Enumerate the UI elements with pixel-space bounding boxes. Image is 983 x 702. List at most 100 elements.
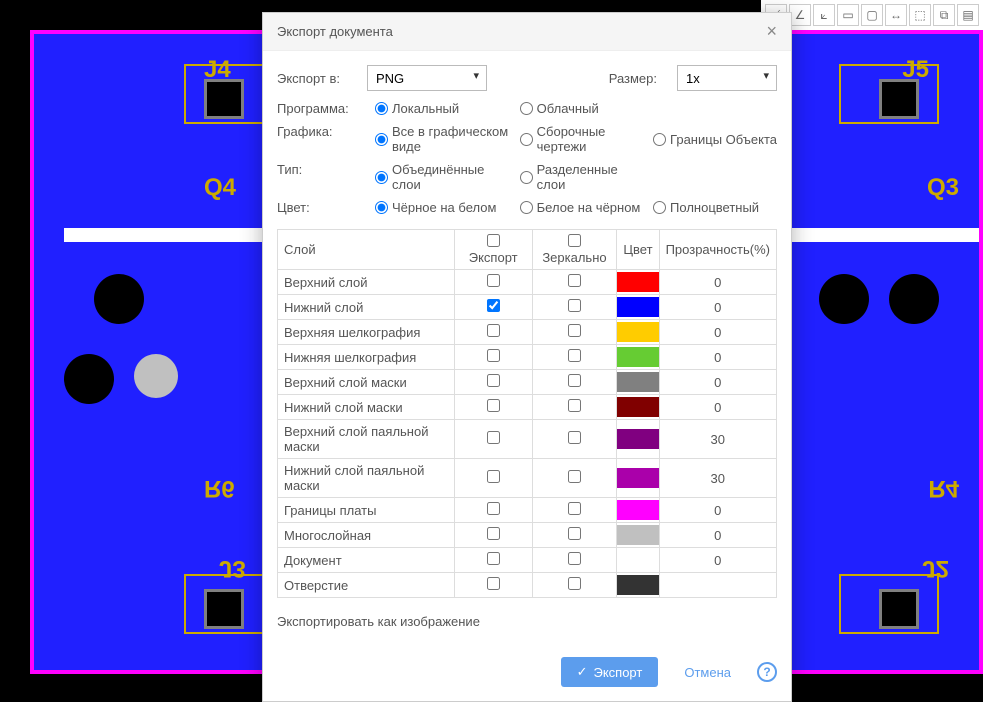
- mirror-checkbox[interactable]: [568, 431, 581, 444]
- export-checkbox[interactable]: [487, 299, 500, 312]
- color-cell[interactable]: [617, 420, 659, 459]
- color-cell[interactable]: [617, 459, 659, 498]
- export-all-checkbox[interactable]: [487, 234, 500, 247]
- color-cell[interactable]: [617, 548, 659, 573]
- layer-name-cell: Нижний слой паяльной маски: [278, 459, 455, 498]
- type-split-option[interactable]: Разделенные слои: [520, 162, 645, 192]
- help-icon[interactable]: ?: [757, 662, 777, 682]
- export-format-select[interactable]: PNG: [367, 65, 487, 91]
- tool-angle-icon[interactable]: ∠: [789, 4, 811, 26]
- export-checkbox[interactable]: [487, 470, 500, 483]
- graphics-assembly-option[interactable]: Сборочные чертежи: [520, 124, 645, 154]
- color-cell[interactable]: [617, 523, 659, 548]
- mirror-checkbox[interactable]: [568, 577, 581, 590]
- cancel-button[interactable]: Отмена: [668, 657, 747, 687]
- pcb-refdes: J4: [204, 56, 231, 84]
- mirror-all-checkbox[interactable]: [568, 234, 581, 247]
- size-select[interactable]: 1x: [677, 65, 777, 91]
- mirror-checkbox[interactable]: [568, 527, 581, 540]
- radio-input[interactable]: [375, 171, 388, 184]
- transparency-cell[interactable]: 30: [659, 459, 776, 498]
- pcb-pad: [204, 79, 244, 119]
- tool-select-icon[interactable]: ⬚: [909, 4, 931, 26]
- export-checkbox[interactable]: [487, 399, 500, 412]
- radio-input[interactable]: [375, 201, 388, 214]
- radio-input[interactable]: [520, 133, 533, 146]
- option-text: Сборочные чертежи: [537, 124, 645, 154]
- export-checkbox[interactable]: [487, 374, 500, 387]
- mirror-checkbox[interactable]: [568, 502, 581, 515]
- col-header-mirror[interactable]: Зеркально: [532, 230, 617, 270]
- transparency-cell[interactable]: 0: [659, 345, 776, 370]
- mirror-checkbox[interactable]: [568, 399, 581, 412]
- layer-name-cell: Документ: [278, 548, 455, 573]
- col-header-export[interactable]: Экспорт: [454, 230, 532, 270]
- export-checkbox[interactable]: [487, 274, 500, 287]
- export-cell: [454, 295, 532, 320]
- radio-input[interactable]: [520, 201, 533, 214]
- radio-input[interactable]: [520, 102, 533, 115]
- color-full-option[interactable]: Полноцветный: [653, 200, 777, 215]
- mirror-checkbox[interactable]: [568, 299, 581, 312]
- export-checkbox[interactable]: [487, 324, 500, 337]
- color-swatch: [617, 429, 658, 449]
- color-cell[interactable]: [617, 498, 659, 523]
- transparency-cell[interactable]: 0: [659, 523, 776, 548]
- graphics-all-option[interactable]: Все в графическом виде: [375, 124, 512, 154]
- color-cell[interactable]: [617, 345, 659, 370]
- tool-rect-dashed-icon[interactable]: ▭: [837, 4, 859, 26]
- type-merged-option[interactable]: Объединённые слои: [375, 162, 512, 192]
- tool-resize-icon[interactable]: ↔: [885, 4, 907, 26]
- tool-layers-icon[interactable]: ▤: [957, 4, 979, 26]
- program-cloud-option[interactable]: Облачный: [520, 101, 645, 116]
- export-checkbox[interactable]: [487, 502, 500, 515]
- mirror-cell: [532, 295, 617, 320]
- transparency-cell[interactable]: 0: [659, 320, 776, 345]
- color-cell[interactable]: [617, 320, 659, 345]
- color-bw-option[interactable]: Чёрное на белом: [375, 200, 512, 215]
- export-button[interactable]: ✓Экспорт: [561, 657, 659, 687]
- color-cell[interactable]: [617, 395, 659, 420]
- export-cell: [454, 523, 532, 548]
- transparency-cell[interactable]: 30: [659, 420, 776, 459]
- radio-input[interactable]: [375, 133, 388, 146]
- export-checkbox[interactable]: [487, 577, 500, 590]
- mirror-checkbox[interactable]: [568, 324, 581, 337]
- transparency-cell[interactable]: 0: [659, 270, 776, 295]
- close-button[interactable]: ×: [766, 21, 777, 42]
- mirror-checkbox[interactable]: [568, 470, 581, 483]
- color-swatch: [617, 347, 658, 367]
- color-wb-option[interactable]: Белое на чёрном: [520, 200, 645, 215]
- color-cell[interactable]: [617, 573, 659, 598]
- radio-input[interactable]: [375, 102, 388, 115]
- transparency-cell[interactable]: 0: [659, 295, 776, 320]
- layer-name-cell: Границы платы: [278, 498, 455, 523]
- mirror-checkbox[interactable]: [568, 274, 581, 287]
- radio-input[interactable]: [653, 133, 666, 146]
- transparency-cell[interactable]: 0: [659, 548, 776, 573]
- radio-input[interactable]: [653, 201, 666, 214]
- color-cell[interactable]: [617, 295, 659, 320]
- transparency-cell[interactable]: 0: [659, 370, 776, 395]
- program-label: Программа:: [277, 101, 367, 116]
- color-cell[interactable]: [617, 370, 659, 395]
- layer-name-cell: Нижний слой маски: [278, 395, 455, 420]
- mirror-checkbox[interactable]: [568, 552, 581, 565]
- transparency-cell[interactable]: 0: [659, 395, 776, 420]
- mirror-checkbox[interactable]: [568, 349, 581, 362]
- tool-group-icon[interactable]: ⧉: [933, 4, 955, 26]
- radio-input[interactable]: [520, 171, 533, 184]
- export-checkbox[interactable]: [487, 349, 500, 362]
- transparency-cell[interactable]: 0: [659, 498, 776, 523]
- graphics-bounds-option[interactable]: Границы Объекта: [653, 124, 777, 154]
- tool-rect-icon[interactable]: ▢: [861, 4, 883, 26]
- mirror-checkbox[interactable]: [568, 374, 581, 387]
- tool-polyline-icon[interactable]: ⟀: [813, 4, 835, 26]
- export-checkbox[interactable]: [487, 552, 500, 565]
- export-checkbox[interactable]: [487, 431, 500, 444]
- export-checkbox[interactable]: [487, 527, 500, 540]
- color-label: Цвет:: [277, 200, 367, 215]
- color-cell[interactable]: [617, 270, 659, 295]
- transparency-cell[interactable]: [659, 573, 776, 598]
- program-local-option[interactable]: Локальный: [375, 101, 512, 116]
